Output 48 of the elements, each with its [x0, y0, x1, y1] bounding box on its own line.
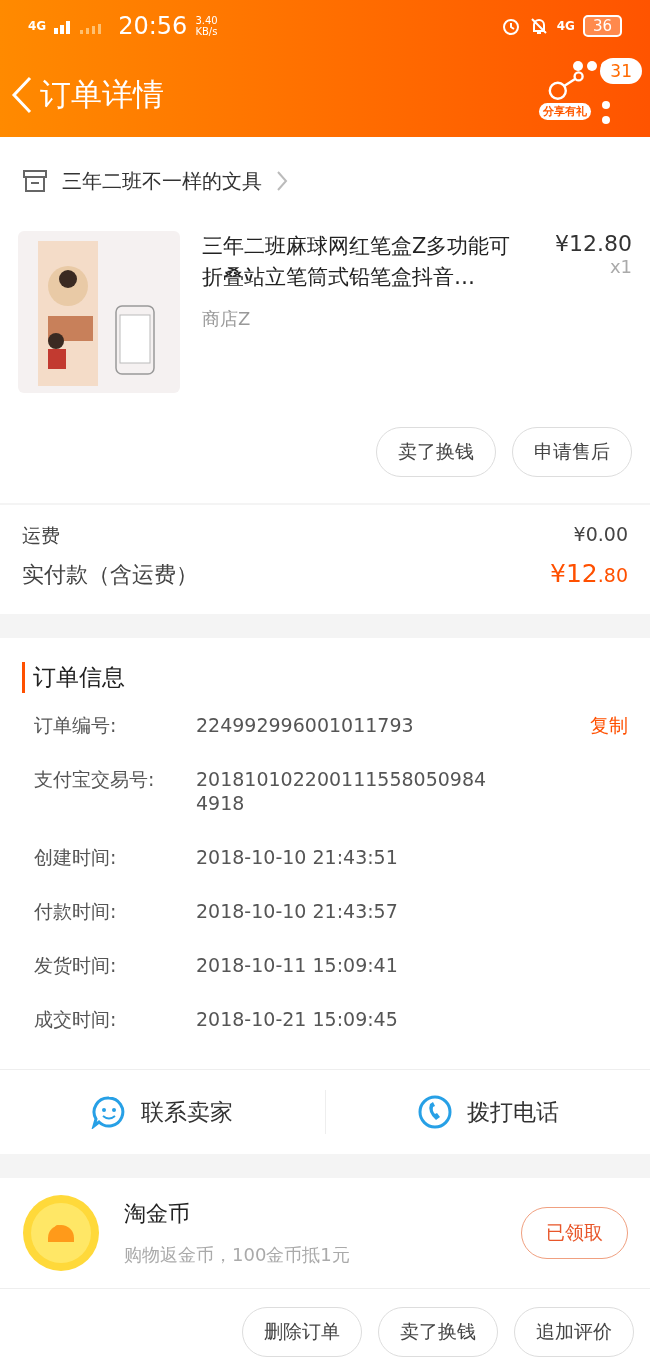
- battery-level: 36: [582, 15, 622, 37]
- coin-icon: [22, 1194, 100, 1272]
- info-value: 2018-10-10 21:43:57: [196, 899, 398, 923]
- speed-unit: KB/s: [195, 26, 218, 37]
- back-icon[interactable]: [10, 74, 34, 115]
- total-amount: ¥12.80: [550, 559, 628, 588]
- info-label: 创建时间:: [34, 845, 118, 869]
- action-button[interactable]: 删除订单: [242, 1307, 362, 1357]
- info-label: 付款时间:: [34, 899, 118, 923]
- total-label: 实付款（含运费）: [22, 561, 198, 589]
- fee-value: ¥0.00: [573, 523, 628, 547]
- contact-button[interactable]: 拨打电话: [325, 1093, 650, 1131]
- product-price: ¥12.80: [555, 231, 632, 256]
- contact-button[interactable]: 联系卖家: [0, 1094, 325, 1130]
- claimed-button[interactable]: 已领取: [521, 1207, 628, 1259]
- shop-name[interactable]: 三年二班不一样的文具: [62, 167, 262, 195]
- coin-title: 淘金币: [124, 1200, 191, 1228]
- info-label: 支付宝交易号:: [34, 767, 156, 792]
- clock-time: 20:56: [118, 12, 188, 40]
- action-button[interactable]: 卖了换钱: [378, 1307, 498, 1357]
- fee-label: 运费: [22, 523, 60, 548]
- action-button[interactable]: 申请售后: [512, 427, 632, 477]
- alarm-icon: [500, 16, 521, 36]
- info-value: 2018101022001115580509844918: [196, 767, 488, 815]
- network-label: 4G: [28, 19, 47, 33]
- info-label: 成交时间:: [34, 1007, 118, 1031]
- phone-icon: [416, 1094, 453, 1130]
- shop-icon: [22, 169, 48, 193]
- page-title: 订单详情: [40, 74, 164, 114]
- info-label: 发货时间:: [34, 953, 118, 977]
- info-label: 订单编号:: [34, 713, 118, 737]
- info-value: 2018-10-21 15:09:45: [196, 1007, 398, 1031]
- mute-icon: [528, 16, 549, 36]
- network-label: 4G: [556, 19, 575, 33]
- chevron-icon: [276, 170, 288, 192]
- coin-subtitle: 购物返金币，100金币抵1元: [124, 1243, 351, 1267]
- message-count-badge: 31: [600, 58, 642, 84]
- info-value: 2018-10-11 15:09:41: [196, 953, 398, 977]
- product-store: 商店Z: [202, 307, 252, 331]
- info-value: 224992996001011793: [196, 713, 414, 737]
- section-title: 订单信息: [22, 662, 628, 693]
- action-button[interactable]: 卖了换钱: [376, 427, 496, 477]
- action-button[interactable]: 追加评价: [514, 1307, 634, 1357]
- info-value: 2018-10-10 21:43:51: [196, 845, 398, 869]
- product-title[interactable]: 三年二班麻球网红笔盒Z多功能可折叠站立笔筒式铅笔盒抖音…: [202, 231, 526, 293]
- speed-value: 3.40: [195, 15, 218, 26]
- product-quantity: x1: [609, 256, 632, 277]
- share-label: 分享有礼: [539, 102, 591, 120]
